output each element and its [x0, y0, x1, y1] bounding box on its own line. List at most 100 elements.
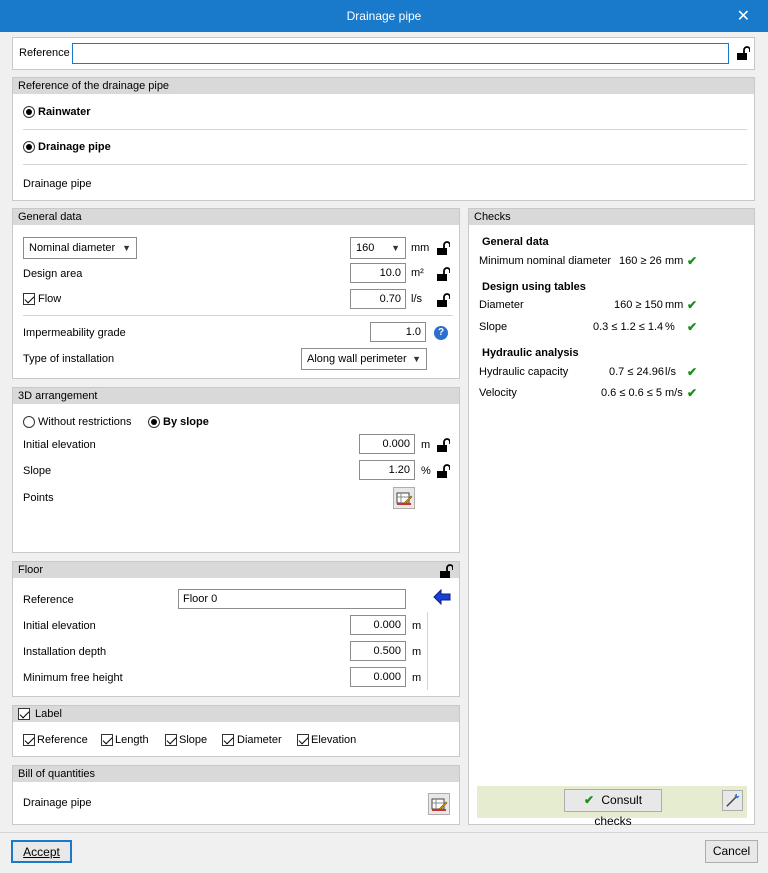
lock-open-icon[interactable]: [439, 564, 453, 579]
lock-open-icon[interactable]: [436, 464, 450, 479]
reference-panel: Reference: [12, 37, 755, 70]
boq-item-label: Drainage pipe: [23, 797, 92, 809]
reference-input[interactable]: [72, 43, 729, 64]
lock-open-icon[interactable]: [436, 438, 450, 453]
check-row-label: Minimum nominal diameter: [479, 255, 612, 267]
checks-section-general: General data: [482, 236, 549, 248]
label-elevation-checkbox[interactable]: [297, 734, 309, 746]
panel-header: Reference of the drainage pipe: [13, 78, 754, 94]
label-slope-checkbox[interactable]: [165, 734, 177, 746]
impermeability-label: Impermeability grade: [23, 327, 126, 339]
design-area-unit: m²: [411, 267, 424, 279]
initial-elevation-unit: m: [421, 439, 431, 451]
close-icon[interactable]: ✕: [737, 6, 750, 26]
label-length-checkbox[interactable]: [101, 734, 113, 746]
panel-header: Label: [13, 706, 459, 722]
label-slope-text: Slope: [179, 734, 208, 746]
design-area-label: Design area: [23, 268, 83, 280]
min-free-height-unit: m: [412, 672, 422, 684]
label-checkbox[interactable]: [18, 708, 30, 720]
floor-elevation-unit: m: [412, 620, 422, 632]
check-row-value: 160 ≥ 150: [614, 299, 663, 311]
edit-boq-button[interactable]: [428, 793, 450, 815]
check-row-unit: mm: [665, 299, 684, 311]
title-bar: Drainage pipe ✕: [0, 0, 768, 32]
footer-divider: [0, 832, 768, 833]
bill-of-quantities-panel: Bill of quantities Drainage pipe: [12, 765, 460, 825]
check-row-label: Slope: [479, 321, 508, 333]
reference-type-panel: Reference of the drainage pipe Rainwater…: [12, 77, 755, 201]
arrangement-3d-panel: 3D arrangement Without restrictions By s…: [12, 387, 460, 553]
consult-checks-button[interactable]: ✔ Consult checks: [564, 789, 662, 828]
check-row-label: Hydraulic capacity: [479, 366, 569, 378]
installation-depth-input[interactable]: 0.500: [350, 641, 406, 661]
installation-depth-label: Installation depth: [23, 646, 107, 658]
lock-open-icon[interactable]: [436, 241, 450, 256]
check-row-value: 0.6 ≤ 0.6 ≤ 5: [601, 387, 662, 399]
flow-input[interactable]: 0.70: [350, 289, 406, 309]
check-ok-icon: ✔: [687, 386, 698, 400]
checks-panel: Checks General data Minimum nominal diam…: [468, 208, 755, 828]
check-ok-icon: ✔: [687, 254, 698, 268]
check-ok-icon: ✔: [583, 793, 595, 807]
label-elevation-text: Elevation: [311, 734, 357, 746]
floor-elevation-label: Initial elevation: [23, 620, 96, 632]
check-ok-icon: ✔: [687, 298, 698, 312]
slope-input[interactable]: 1.20: [359, 460, 415, 480]
checks-section-hydraulic: Hydraulic analysis: [482, 347, 579, 359]
min-free-height-label: Minimum free height: [23, 672, 123, 684]
reference-label: Reference: [19, 47, 70, 59]
select-floor-button[interactable]: [433, 588, 451, 606]
consult-checks-label: Consult checks: [594, 793, 643, 828]
panel-header: Bill of quantities: [13, 766, 459, 782]
floor-reference-input[interactable]: Floor 0: [178, 589, 406, 609]
floor-elevation-input[interactable]: 0.000: [350, 615, 406, 635]
install-type-value: Along wall perimeter: [307, 353, 407, 365]
label-panel: Label Reference Length Slope Diameter El…: [12, 705, 460, 757]
panel-header: Floor: [13, 562, 459, 578]
cancel-button[interactable]: Cancel: [705, 840, 758, 863]
design-area-input[interactable]: 10.0: [350, 263, 406, 283]
check-row-label: Diameter: [479, 299, 524, 311]
diameter-type-select[interactable]: Nominal diameter ▼: [23, 237, 137, 259]
label-reference-text: Reference: [37, 734, 88, 746]
flow-checkbox[interactable]: [23, 293, 35, 305]
general-data-panel: General data Nominal diameter ▼ 160 ▼ mm D…: [12, 208, 460, 379]
radio-without-restrictions[interactable]: [23, 416, 35, 428]
install-type-label: Type of installation: [23, 353, 115, 365]
diameter-select[interactable]: 160 ▼: [350, 237, 406, 259]
radio-by-slope[interactable]: [148, 416, 160, 428]
radio-without-restrictions-label: Without restrictions: [38, 416, 132, 428]
flow-label: Flow: [38, 293, 62, 305]
impermeability-input[interactable]: 1.0: [370, 322, 426, 342]
edit-points-button[interactable]: [393, 487, 415, 509]
check-ok-icon: ✔: [687, 365, 698, 379]
divider: [23, 315, 453, 316]
initial-elevation-label: Initial elevation: [23, 439, 96, 451]
radio-drainage-pipe[interactable]: [23, 141, 35, 153]
chevron-down-icon: ▼: [412, 354, 421, 364]
install-type-select[interactable]: Along wall perimeter ▼: [301, 348, 427, 370]
radio-rainwater[interactable]: [23, 106, 35, 118]
check-row-unit: l/s: [665, 366, 676, 378]
flow-unit: l/s: [411, 293, 422, 305]
check-row-unit: %: [665, 321, 675, 333]
check-row-label: Velocity: [479, 387, 517, 399]
radio-by-slope-label: By slope: [163, 416, 209, 428]
lock-open-icon[interactable]: [436, 267, 450, 282]
help-icon[interactable]: ?: [434, 326, 448, 340]
floor-panel: Floor Reference Floor 0 Initial elevatio…: [12, 561, 460, 697]
min-free-height-input[interactable]: 0.000: [350, 667, 406, 687]
lock-open-icon[interactable]: [736, 46, 750, 61]
label-reference-checkbox[interactable]: [23, 734, 35, 746]
chevron-down-icon: ▼: [122, 243, 131, 253]
selected-type-value: Drainage pipe: [23, 178, 92, 190]
wand-button[interactable]: [722, 790, 743, 811]
checks-section-tables: Design using tables: [482, 281, 586, 293]
lock-open-icon[interactable]: [436, 293, 450, 308]
window-title: Drainage pipe: [346, 9, 422, 23]
initial-elevation-input[interactable]: 0.000: [359, 434, 415, 454]
label-diameter-checkbox[interactable]: [222, 734, 234, 746]
edit-table-icon: [431, 798, 448, 811]
accept-button[interactable]: Accept: [11, 840, 72, 863]
